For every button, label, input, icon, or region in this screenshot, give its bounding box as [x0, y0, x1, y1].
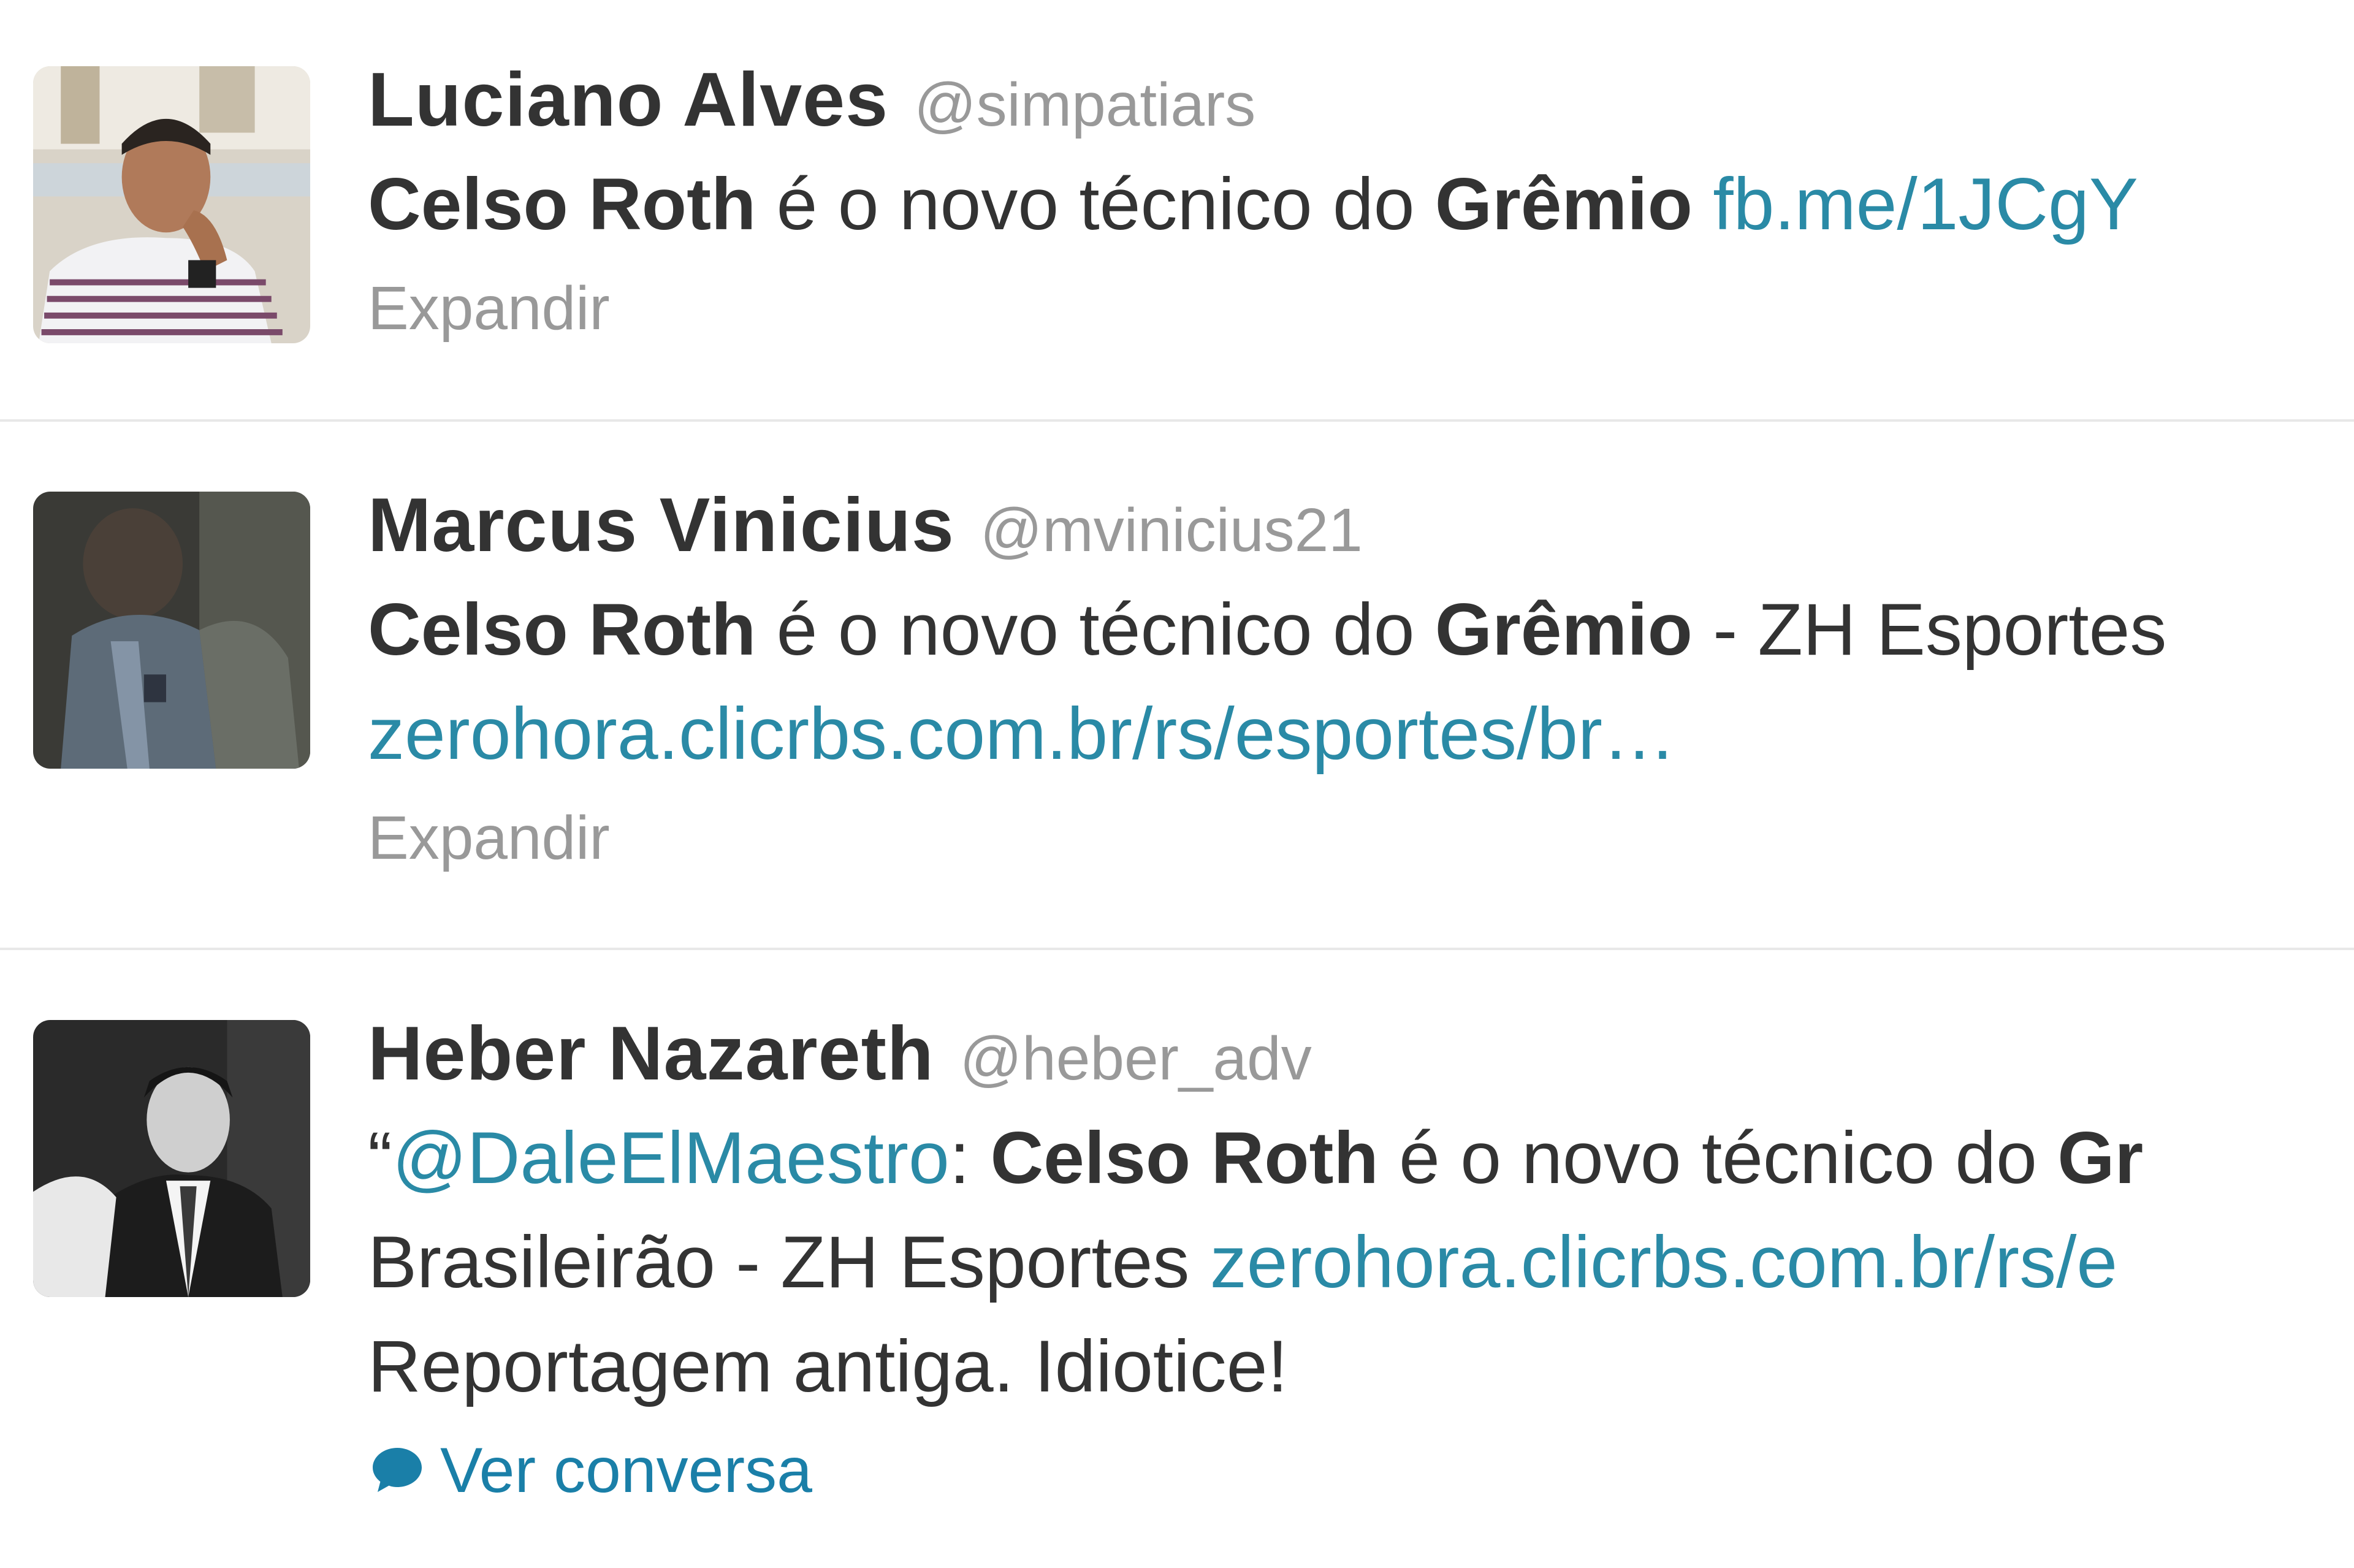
tweet-text-segment: Celso Roth — [990, 1117, 1379, 1199]
mention-link[interactable]: @DaleElMaestro — [392, 1117, 950, 1199]
tweet-text-segment: - ZH Esportes — [1692, 588, 2167, 671]
view-conversation-label: Ver conversa — [440, 1435, 812, 1506]
tweet-text-segment: é o novo técnico do — [1378, 1117, 2058, 1199]
tweet-text-line: Celso Roth é o novo técnico do Grêmio - … — [368, 577, 2354, 682]
tweet-screen-name[interactable]: @heber_adv — [960, 1024, 1312, 1093]
expand-link[interactable]: Expandir — [368, 804, 610, 872]
tweet-text-line: Brasileirão - ZH Esportes zerohora.clicr… — [368, 1210, 2354, 1314]
tweet-text-line: “@DaleElMaestro: Celso Roth é o novo téc… — [368, 1106, 2354, 1210]
tweet-text-segment: Brasileirão - ZH Esportes — [368, 1221, 1210, 1303]
tweet-text-segment: “ — [368, 1117, 392, 1199]
tweet-link[interactable]: zerohora.clicrbs.com.br/rs/esportes/br… — [368, 693, 1676, 775]
tweet-text-line: Reportagem antiga. Idiotice! — [368, 1314, 2354, 1418]
tweet-text-segment: Reportagem antiga. Idiotice! — [368, 1325, 1288, 1407]
tweet-fullname[interactable]: Marcus Vinicius — [368, 483, 954, 568]
avatar-luciano-alves[interactable] — [33, 66, 310, 343]
tweet-text-segment: Grêmio — [1434, 163, 1693, 245]
tweet-screen-name[interactable]: @simpatiars — [914, 70, 1255, 139]
tweet-link[interactable]: zerohora.clicrbs.com.br/rs/e — [1210, 1221, 2117, 1303]
tweet-text-segment: é o novo técnico do — [756, 163, 1435, 245]
tweet-text-segment: Gr — [2057, 1117, 2144, 1199]
tweet-link[interactable]: fb.me/1JCgY — [1713, 163, 2138, 245]
tweet-fullname[interactable]: Luciano Alves — [368, 58, 888, 142]
tweet-text-line: zerohora.clicrbs.com.br/rs/esportes/br… — [368, 682, 2354, 786]
avatar-heber-nazareth[interactable] — [33, 1020, 310, 1297]
tweet-screen-name[interactable]: @mvinicius21 — [980, 496, 1363, 565]
tweet-text-segment — [1693, 163, 1713, 245]
tweet-text-segment: Celso Roth — [368, 588, 756, 671]
speech-bubble-icon — [368, 1441, 427, 1499]
tweet-divider — [0, 419, 2354, 422]
tweet-text-segment: : — [949, 1117, 991, 1199]
view-conversation-link[interactable]: Ver conversa — [368, 1435, 812, 1506]
expand-link[interactable]: Expandir — [368, 274, 610, 343]
tweet-text-segment: é o novo técnico do — [756, 588, 1435, 671]
tweet-text-line: Celso Roth é o novo técnico do Grêmio fb… — [368, 152, 2354, 256]
tweet-text-segment: Grêmio — [1434, 588, 1693, 671]
tweet-fullname[interactable]: Heber Nazareth — [368, 1011, 934, 1096]
tweet-divider — [0, 948, 2354, 950]
avatar-marcus-vinicius[interactable] — [33, 492, 310, 769]
tweet-text-segment: Celso Roth — [368, 163, 756, 245]
